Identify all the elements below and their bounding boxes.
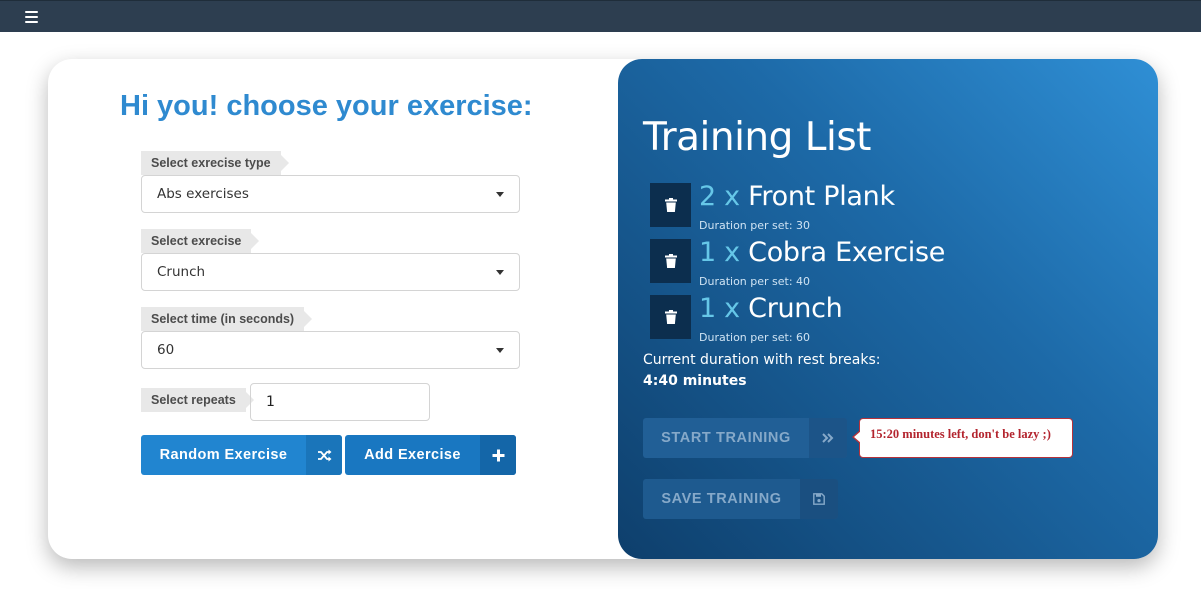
training-item-count: 1 x [699, 293, 740, 324]
time-select[interactable]: 60 [141, 331, 520, 369]
shuffle-icon [306, 435, 342, 475]
start-training-label: START TRAINING [661, 430, 791, 446]
double-chevron-right-icon [809, 418, 847, 458]
repeats-input[interactable]: 1 [250, 383, 430, 421]
current-duration-label: Current duration with rest breaks: [643, 352, 881, 368]
training-list-title: Training List [643, 115, 871, 160]
training-item-name: 1 x Cobra Exercise [699, 237, 945, 268]
chevron-down-icon [496, 270, 504, 275]
add-exercise-label: Add Exercise [364, 447, 461, 463]
training-item-name: 1 x Crunch [699, 293, 843, 324]
chevron-down-icon [496, 348, 504, 353]
floppy-disk-icon [800, 479, 838, 519]
training-item: 1 x Crunch Duration per set: 60 [650, 293, 1130, 345]
training-item-duration: Duration per set: 40 [699, 275, 811, 288]
random-exercise-button[interactable]: Random Exercise [141, 435, 342, 475]
add-exercise-button[interactable]: Add Exercise [345, 435, 516, 475]
exercise-type-label: Select exrecise type [141, 151, 289, 175]
training-item-count: 1 x [699, 237, 740, 268]
exercise-type-value: Abs exercises [157, 186, 249, 202]
repeats-label: Select repeats [141, 388, 254, 412]
plus-icon [480, 435, 516, 475]
training-item-exercise: Cobra Exercise [748, 237, 946, 268]
time-value: 60 [157, 342, 175, 358]
training-item-exercise: Crunch [748, 293, 843, 324]
training-item-duration: Duration per set: 60 [699, 331, 811, 344]
training-item: 1 x Cobra Exercise Duration per set: 40 [650, 237, 1130, 289]
trash-icon[interactable] [650, 239, 691, 283]
save-training-label: SAVE TRAINING [661, 491, 782, 507]
exercise-value: Crunch [157, 264, 206, 280]
trash-icon[interactable] [650, 183, 691, 227]
current-duration-value: 4:40 minutes [643, 373, 747, 389]
training-item: 2 x Front Plank Duration per set: 30 [650, 181, 1130, 233]
chevron-down-icon [496, 192, 504, 197]
hamburger-menu-icon[interactable] [25, 11, 38, 23]
top-navbar [0, 0, 1201, 32]
training-item-duration: Duration per set: 30 [699, 219, 811, 232]
training-item-count: 2 x [699, 181, 740, 212]
page-heading: Hi you! choose your exercise: [120, 90, 533, 122]
random-exercise-label: Random Exercise [159, 447, 288, 463]
time-label: Select time (in seconds) [141, 307, 313, 331]
trash-icon[interactable] [650, 295, 691, 339]
exercise-type-select[interactable]: Abs exercises [141, 175, 520, 213]
time-left-tooltip: 15:20 minutes left, don't be lazy ;) [852, 418, 1073, 458]
training-item-name: 2 x Front Plank [699, 181, 895, 212]
training-item-exercise: Front Plank [748, 181, 895, 212]
exercise-label: Select exrecise [141, 229, 260, 253]
exercise-select[interactable]: Crunch [141, 253, 520, 291]
start-training-button[interactable]: START TRAINING [643, 418, 847, 458]
save-training-button[interactable]: SAVE TRAINING [643, 479, 838, 519]
